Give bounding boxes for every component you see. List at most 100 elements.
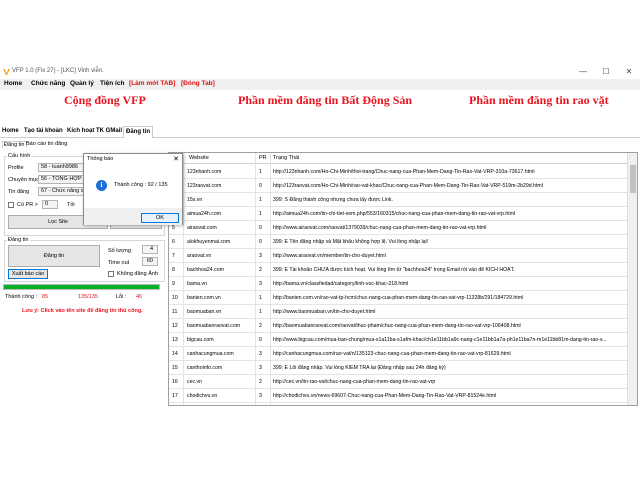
success-count: 85 bbox=[42, 294, 49, 300]
table-row[interactable]: 5 airaovat.com 0 http://www.airaovat.com/ra… bbox=[169, 221, 629, 235]
grid-header: Website PR Trạng Thái bbox=[169, 153, 637, 164]
row-number: 16 bbox=[172, 379, 178, 385]
row-number: 12 bbox=[172, 323, 178, 329]
menu-quan-ly[interactable]: Quản lý bbox=[70, 80, 94, 87]
pr-value: 3 bbox=[259, 351, 262, 357]
tab-activate-gmail[interactable]: Kích hoạt TK GMail bbox=[67, 128, 122, 134]
timeout-stepper[interactable]: 60 bbox=[142, 257, 158, 266]
site-link[interactable]: canhacungmua.com bbox=[187, 351, 253, 357]
menu-close-tab[interactable]: [Đóng Tab] bbox=[181, 80, 215, 87]
table-row[interactable]: 13 bigcau.com 0 http://www.bigcau.com/mua-b… bbox=[169, 333, 629, 347]
pr-value: 0 bbox=[259, 239, 262, 245]
site-link[interactable]: alokhuyenmai.com bbox=[187, 239, 253, 245]
row-number: 11 bbox=[172, 309, 178, 315]
table-row[interactable]: 12 baomuabanraovat.com 2 http://baomuabanra… bbox=[169, 319, 629, 333]
maximize-icon[interactable]: ☐ bbox=[601, 67, 611, 76]
banner-link-classified[interactable]: Phần mềm đăng tin rao vặt bbox=[469, 93, 609, 108]
banner-link-community[interactable]: Cộng đồng VFP bbox=[64, 93, 146, 108]
dialog-close-icon[interactable]: ✕ bbox=[173, 155, 179, 163]
profile-label: Profile bbox=[8, 165, 24, 171]
tab-home[interactable]: Home bbox=[2, 128, 19, 134]
site-link[interactable]: bigcau.com bbox=[187, 337, 253, 343]
tab-create-account[interactable]: Tạo tài khoản bbox=[24, 128, 63, 134]
sub-tabs: Đăng tin Báo cáo tin đăng bbox=[0, 140, 640, 150]
post-button[interactable]: Đăng tin bbox=[8, 245, 100, 267]
category-select[interactable]: 56 - TỔNG HỢP bbox=[38, 175, 88, 184]
status-text: http://canhacungmua.com/rao-vat/n/135123… bbox=[273, 351, 511, 357]
table-row[interactable]: 15 canthoinfo.com 3 399: E Lỗi đăng nhập. V… bbox=[169, 361, 629, 375]
site-link[interactable]: chodichvu.vn bbox=[187, 393, 253, 399]
site-link[interactable]: canthoinfo.com bbox=[187, 365, 253, 371]
site-link[interactable]: aimua24h.com bbox=[187, 211, 253, 217]
menu-home[interactable]: Home bbox=[4, 80, 22, 87]
config-group-title: Cấu hình bbox=[7, 153, 32, 159]
column-header-website[interactable]: Website bbox=[189, 155, 209, 161]
profile-select[interactable]: 58 - tuanh9986 bbox=[38, 163, 88, 172]
row-number: 10 bbox=[172, 295, 178, 301]
timeout-label: Time out bbox=[108, 260, 130, 266]
scrollbar-thumb[interactable] bbox=[630, 165, 636, 193]
minimize-icon[interactable]: — bbox=[578, 67, 588, 76]
site-link[interactable]: 15s.vn bbox=[187, 197, 253, 203]
subtab-report[interactable]: Báo cáo tin đăng bbox=[26, 141, 67, 147]
progress-fill bbox=[4, 285, 159, 289]
table-row[interactable]: 2123raovat.com0http://123raovat.com/Ho-C… bbox=[169, 179, 629, 193]
site-link[interactable]: banien.com.vn bbox=[187, 295, 253, 301]
no-image-checkbox[interactable] bbox=[108, 271, 114, 277]
site-link[interactable]: airaovat.com bbox=[187, 225, 253, 231]
table-row[interactable]: 11 baomuaban.vn 1 http://www.baomuaban.vn/t… bbox=[169, 305, 629, 319]
column-header-status[interactable]: Trạng Thái bbox=[273, 155, 299, 161]
column-header-pr[interactable]: PR bbox=[259, 155, 267, 161]
site-link[interactable]: baomuaban.vn bbox=[187, 309, 253, 315]
post-select[interactable]: 67 - Chức năng cứu bbox=[38, 187, 88, 196]
tab-post[interactable]: Đăng tin bbox=[123, 126, 153, 138]
table-row[interactable]: 1123nhanh.com1http://123nhanh.com/Ho-Chi… bbox=[169, 165, 629, 179]
status-text: 399: S Đăng thành công nhưng chưa lấy đư… bbox=[273, 197, 393, 203]
status-text: 399: E Lỗi đăng nhập. Vui lòng KIỂM TRA … bbox=[273, 365, 446, 371]
pr-value: 1 bbox=[259, 211, 262, 217]
menu-chuc-nang[interactable]: Chức năng bbox=[31, 80, 65, 87]
status-text: http://123nhanh.com/Ho-Chi-Minh/thoi-tra… bbox=[273, 169, 535, 175]
pr-input[interactable]: 0 bbox=[42, 200, 58, 209]
table-row[interactable]: 7 araovat.vn 3 http://www.araovat.vn/member… bbox=[169, 249, 629, 263]
table-row[interactable]: 14 canhacungmua.com 3 http://canhacungmua.c… bbox=[169, 347, 629, 361]
status-text: http://www.baomuaban.vn/tin-cho-duyet.ht… bbox=[273, 309, 376, 315]
row-number: 14 bbox=[172, 351, 178, 357]
site-link[interactable]: 123raovat.com bbox=[187, 183, 253, 189]
subtab-post[interactable]: Đăng tin bbox=[2, 141, 27, 148]
export-report-button[interactable]: Xuất báo cáo bbox=[8, 269, 48, 279]
site-link[interactable]: bachhoa24.com bbox=[187, 267, 253, 273]
dialog-title: Thông báo bbox=[87, 156, 114, 162]
table-row[interactable]: 315s.vn1399: S Đăng thành công nhưng chư… bbox=[169, 193, 629, 207]
post-label: Tin đăng bbox=[8, 189, 30, 195]
site-link[interactable]: bama.vn bbox=[187, 281, 253, 287]
table-row[interactable]: 16 cec.vn 2 http://cec.vn/tin-rao-vat/chuc-… bbox=[169, 375, 629, 389]
pr-checkbox[interactable] bbox=[8, 202, 14, 208]
row-number: 6 bbox=[172, 239, 175, 245]
close-icon[interactable]: ✕ bbox=[624, 67, 634, 76]
progress-bar bbox=[3, 284, 160, 290]
window-title: VFP 1.0 (Fix 27) - [LKC] Vinh viễn. bbox=[12, 68, 104, 74]
table-row[interactable]: 8 bachhoa24.com 2 399: E Tài khoản CHƯA đượ… bbox=[169, 263, 629, 277]
quantity-stepper[interactable]: 4 bbox=[142, 245, 158, 254]
row-number: 5 bbox=[172, 225, 175, 231]
quantity-label: Số lượng bbox=[108, 248, 131, 254]
vertical-scrollbar[interactable] bbox=[627, 153, 637, 405]
site-link[interactable]: araovat.vn bbox=[187, 253, 253, 259]
ok-button[interactable]: OK bbox=[141, 213, 179, 223]
site-link[interactable]: baomuabanraovat.com bbox=[187, 323, 253, 329]
table-row[interactable]: 17 chodichvu.vn 3 http://chodichvu.vn/news-… bbox=[169, 389, 629, 403]
banner-link-real-estate[interactable]: Phần mềm đăng tin Bất Động Sản bbox=[238, 93, 412, 108]
menu-tien-ich[interactable]: Tiện ích bbox=[100, 80, 124, 87]
warning-text: Lưu ý: Click vào tên site để đăng tin th… bbox=[22, 308, 143, 314]
site-link[interactable]: 123nhanh.com bbox=[187, 169, 253, 175]
pr-value: 1 bbox=[259, 169, 262, 175]
site-link[interactable]: cec.vn bbox=[187, 379, 253, 385]
pr-value: 0 bbox=[259, 337, 262, 343]
table-row[interactable]: 10 banien.com.vn 1 http://banien.com.vn/rao… bbox=[169, 291, 629, 305]
menu-refresh-tab[interactable]: [Làm mới TAB] bbox=[129, 80, 175, 87]
table-row[interactable]: 4aimua24h.com1http://aimua24h.com/tin-ch… bbox=[169, 207, 629, 221]
pr-value: 0 bbox=[259, 225, 262, 231]
table-row[interactable]: 9 bama.vn 3 http://bama.vn/classfiedad/cate… bbox=[169, 277, 629, 291]
table-row[interactable]: 6 alokhuyenmai.com 0 399: E Tên đăng nhập v… bbox=[169, 235, 629, 249]
